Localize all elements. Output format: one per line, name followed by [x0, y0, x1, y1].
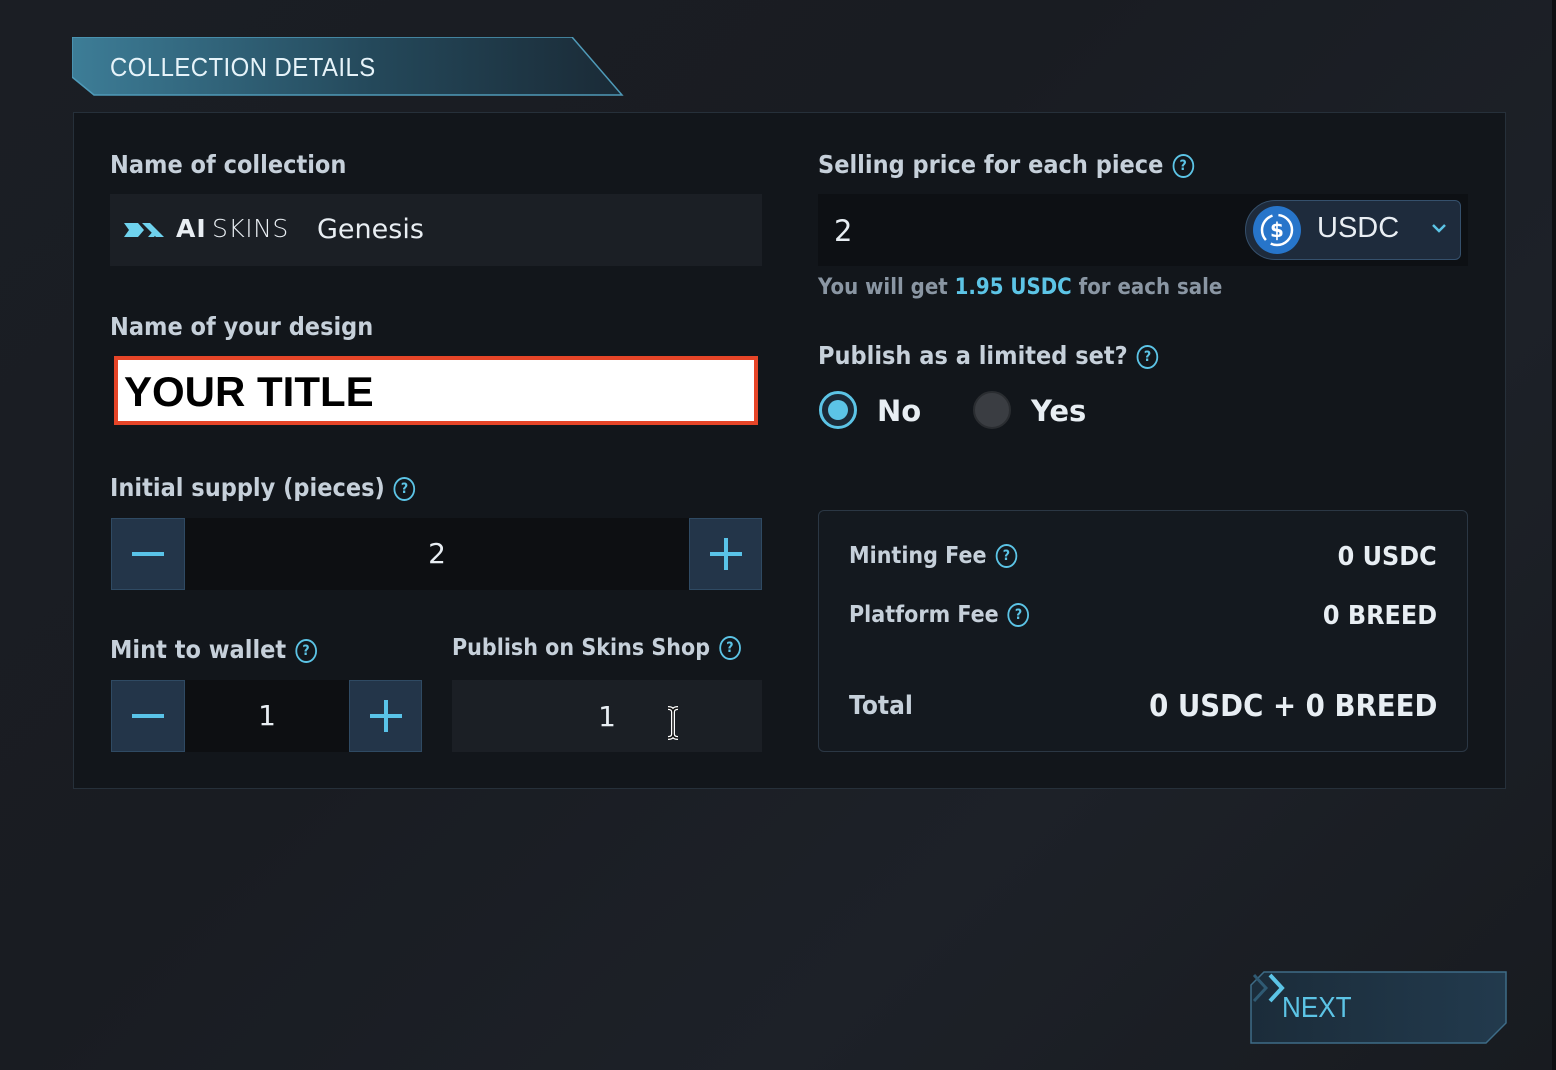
next-button[interactable]: NEXT [1250, 971, 1508, 1045]
minting-fee-label: Minting Fee? [849, 543, 1018, 569]
section-title: COLLECTION DETAILS [110, 52, 376, 82]
mint-to-wallet-label: Mint to wallet? [110, 635, 317, 664]
limited-set-no-radio[interactable] [819, 391, 857, 429]
minus-icon [132, 714, 164, 718]
aiskins-logo-icon [124, 223, 164, 237]
help-circle-icon[interactable]: ? [393, 477, 416, 501]
svg-text:$: $ [1270, 218, 1284, 242]
platform-fee-value: 0 BREED [1322, 601, 1437, 631]
price-hint: You will get 1.95 USDC for each sale [818, 275, 1223, 300]
brand-ai-text: AI [176, 214, 207, 243]
limited-set-yes-radio[interactable] [973, 391, 1011, 429]
mint-value[interactable]: 1 [185, 680, 349, 752]
help-circle-icon[interactable]: ? [719, 636, 741, 660]
minting-fee-value: 0 USDC [1337, 542, 1437, 572]
double-chevron-right-icon [1252, 973, 1285, 1003]
fees-summary: Minting Fee? 0 USDC Platform Fee? 0 BREE… [818, 510, 1468, 752]
help-circle-icon[interactable]: ? [995, 544, 1018, 568]
brand-skins-text: SKINS [212, 214, 289, 243]
collection-name-field[interactable]: AI SKINS Genesis [110, 194, 762, 266]
section-header-tab: COLLECTION DETAILS [72, 37, 624, 97]
help-circle-icon[interactable]: ? [295, 639, 317, 663]
design-name-input[interactable] [122, 366, 746, 418]
publish-shop-label: Publish on Skins Shop? [452, 635, 741, 661]
mint-increment-button[interactable] [349, 680, 422, 752]
supply-decrement-button[interactable] [111, 518, 185, 590]
selling-price-value: 2 [834, 214, 853, 248]
platform-fee-label: Platform Fee? [849, 602, 1030, 628]
supply-increment-button[interactable] [689, 518, 762, 590]
usdc-coin-icon: $ [1253, 206, 1301, 254]
initial-supply-label: Initial supply (pieces)? [110, 473, 416, 502]
currency-select[interactable]: $ USDC [1245, 200, 1461, 260]
limited-set-label: Publish as a limited set?? [818, 341, 1159, 370]
publish-shop-field[interactable]: 1 [452, 680, 762, 752]
limited-set-no-label[interactable]: No [877, 394, 921, 428]
help-circle-icon[interactable]: ? [1007, 603, 1030, 627]
currency-label: USDC [1317, 212, 1400, 244]
publish-shop-value: 1 [598, 700, 616, 733]
total-label: Total [849, 691, 913, 721]
selling-price-label: Selling price for each piece? [818, 150, 1194, 179]
chevron-down-icon [1432, 224, 1446, 233]
window-edge [1552, 0, 1556, 1070]
design-name-label: Name of your design [110, 312, 374, 341]
collection-name-value: Genesis [317, 214, 424, 245]
help-circle-icon[interactable]: ? [1136, 345, 1159, 369]
supply-value[interactable]: 2 [185, 518, 689, 590]
minus-icon [132, 552, 164, 556]
design-name-field[interactable] [114, 356, 758, 425]
limited-set-yes-label[interactable]: Yes [1031, 394, 1086, 428]
text-cursor-icon [667, 706, 679, 740]
price-hint-amount: 1.95 USDC [954, 275, 1072, 300]
total-value: 0 USDC + 0 BREED [1148, 689, 1437, 724]
collection-name-label: Name of collection [110, 150, 347, 179]
help-circle-icon[interactable]: ? [1172, 154, 1194, 178]
mint-decrement-button[interactable] [111, 680, 185, 752]
